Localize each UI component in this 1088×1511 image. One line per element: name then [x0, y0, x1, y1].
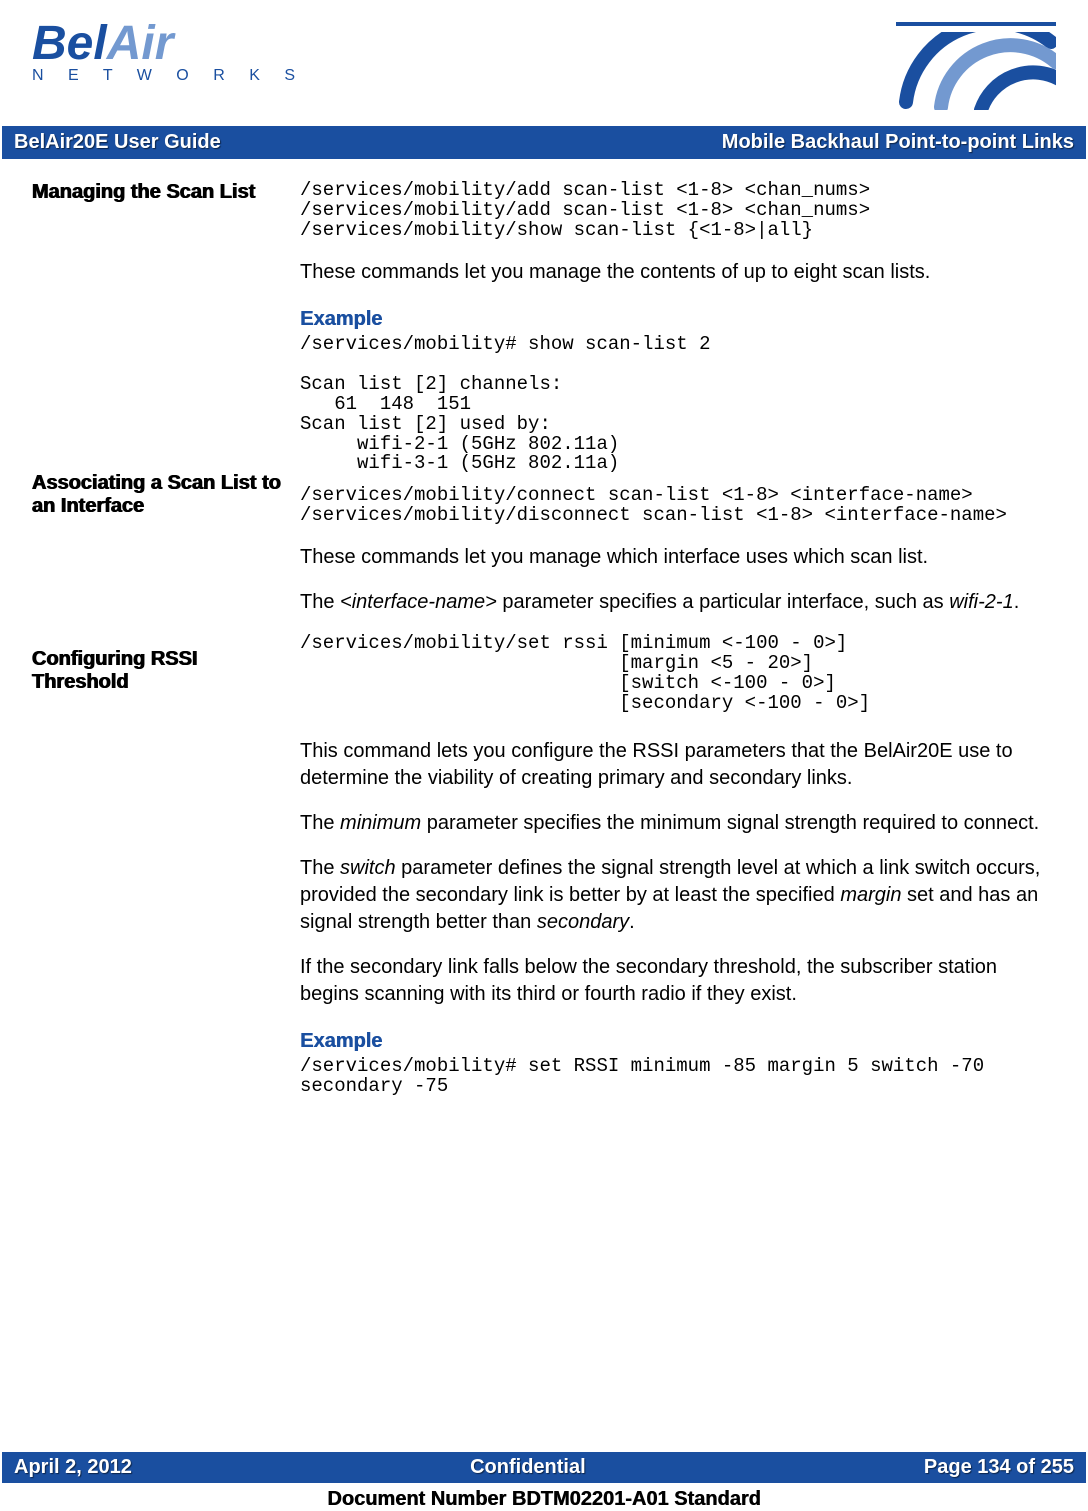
text: parameter specifies a particular interfa… — [497, 591, 949, 613]
body-text-minimum: The minimum parameter specifies the mini… — [300, 810, 1056, 837]
title-left: BelAir20E User Guide — [14, 131, 221, 154]
section-rssi: /services/mobility/set rssi [minimum <-1… — [300, 634, 1056, 1097]
param-name: secondary — [537, 911, 629, 933]
body-text: This command lets you configure the RSSI… — [300, 738, 1056, 792]
text: The — [300, 812, 340, 834]
main-column: /services/mobility/add scan-list <1-8> <… — [300, 181, 1056, 1103]
section-scan-list: /services/mobility/add scan-list <1-8> <… — [300, 181, 1056, 474]
section-heading-rssi: Configuring RSSI Threshold — [32, 648, 290, 694]
param-name: minimum — [340, 812, 421, 834]
param-name: margin — [840, 884, 901, 906]
footer-bar: April 2, 2012 Confidential Page 134 of 2… — [2, 1452, 1086, 1483]
section-heading-scan-list: Managing the Scan List — [32, 181, 290, 204]
text: . — [629, 911, 635, 933]
example-code: /services/mobility# show scan-list 2 Sca… — [300, 335, 1056, 475]
param-name: <interface-name> — [340, 591, 497, 613]
text: . — [1014, 591, 1020, 613]
footer-page: Page 134 of 255 — [924, 1456, 1074, 1479]
example-code: /services/mobility# set RSSI minimum -85… — [300, 1057, 1056, 1097]
section-heading-associate: Associating a Scan List to an Interface — [32, 472, 290, 518]
body-text: If the secondary link falls below the se… — [300, 954, 1056, 1008]
brand-part-air: Air — [107, 17, 174, 70]
document-number: Document Number BDTM02201-A01 Standard — [0, 1488, 1088, 1511]
brand-part-bel: Bel — [32, 17, 107, 70]
content-area: Managing the Scan List Associating a Sca… — [32, 181, 1056, 1103]
page: BelAir N E T W O R K S BelAir20E User Gu… — [0, 0, 1088, 1511]
brand-logo: BelAir N E T W O R K S — [32, 22, 305, 85]
brand-wordmark: BelAir — [32, 22, 305, 65]
body-text: These commands let you manage which inte… — [300, 544, 1056, 571]
text: parameter specifies the minimum signal s… — [421, 812, 1039, 834]
header-logos: BelAir N E T W O R K S — [32, 22, 1056, 126]
body-text-switch: The switch parameter defines the signal … — [300, 855, 1056, 936]
footer-confidential: Confidential — [470, 1456, 586, 1479]
param-name: switch — [340, 857, 396, 879]
body-text: These commands let you manage the conten… — [300, 259, 1056, 286]
code-block: /services/mobility/add scan-list <1-8> <… — [300, 181, 1056, 241]
text: The — [300, 857, 340, 879]
footer-date: April 2, 2012 — [14, 1456, 132, 1479]
section-associate: /services/mobility/connect scan-list <1-… — [300, 486, 1056, 616]
example-heading: Example — [300, 306, 1056, 333]
code-block: /services/mobility/set rssi [minimum <-1… — [300, 634, 1056, 714]
title-bar: BelAir20E User Guide Mobile Backhaul Poi… — [2, 126, 1086, 159]
brand-mark-icon — [896, 22, 1056, 120]
example-heading: Example — [300, 1028, 1056, 1055]
sidebar: Managing the Scan List Associating a Sca… — [32, 181, 300, 1103]
title-right: Mobile Backhaul Point-to-point Links — [722, 131, 1074, 154]
param-example: wifi-2-1 — [949, 591, 1013, 613]
body-text-interface: The <interface-name> parameter specifies… — [300, 589, 1056, 616]
text: The — [300, 591, 340, 613]
code-block: /services/mobility/connect scan-list <1-… — [300, 486, 1056, 526]
brand-subtext: N E T W O R K S — [32, 67, 305, 85]
